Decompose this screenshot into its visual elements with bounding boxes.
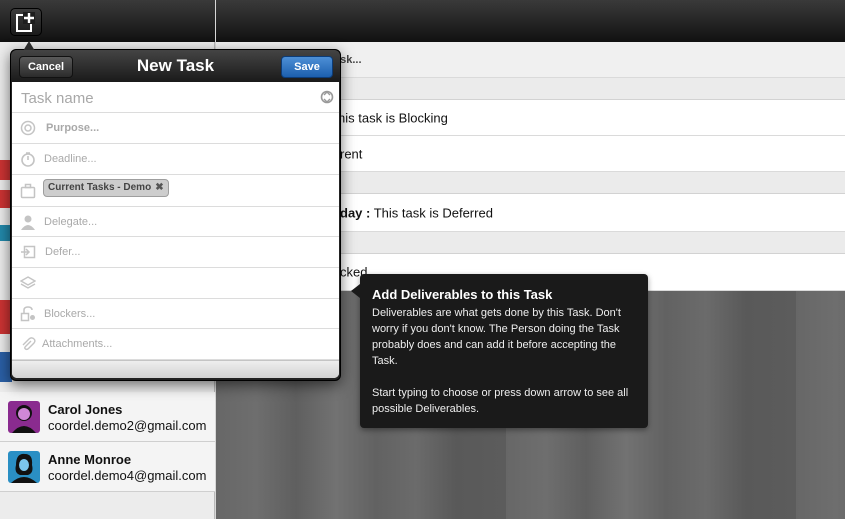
popover-body: Task name Purpose... Deadline... Delegat… [12, 82, 339, 378]
purpose-placeholder: Purpose... [46, 122, 100, 134]
contact-email: coordel.demo4@gmail.com [48, 468, 207, 483]
contact-name: Anne Monroe [48, 452, 132, 467]
tooltip-paragraph: Start typing to choose or press down arr… [372, 387, 629, 415]
avatar [8, 451, 40, 483]
project-tag-label: Current Tasks - Demo [48, 182, 152, 193]
task-date-label: day : [340, 205, 371, 220]
contact-email: coordel.demo2@gmail.com [48, 418, 207, 433]
blockers-field[interactable]: Blockers... [12, 299, 339, 329]
delegate-field[interactable]: Delegate... [12, 207, 339, 237]
tooltip-paragraph: Deliverables are what gets done by this … [372, 307, 621, 367]
task-status-text: This task is Deferred [370, 205, 493, 220]
recycle-icon[interactable] [320, 90, 334, 104]
paperclip-icon [22, 337, 36, 351]
tooltip-arrow [351, 284, 360, 298]
attachments-placeholder: Attachments... [42, 338, 113, 350]
contact-row-carol[interactable]: Carol Jones coordel.demo2@gmail.com [0, 392, 215, 442]
defer-icon [21, 245, 36, 259]
deliverables-field[interactable] [12, 268, 339, 299]
tooltip-title: Add Deliverables to this Task [372, 287, 553, 302]
task-text: rent [340, 146, 363, 161]
defer-field[interactable]: Defer... [12, 237, 339, 268]
deadline-field[interactable]: Deadline... [12, 144, 339, 175]
stopwatch-icon [21, 152, 35, 167]
new-task-popover: Cancel New Task Save Task name Purpose..… [10, 41, 341, 381]
task-text: day : This task is Deferred [340, 205, 493, 220]
main-toolbar [216, 0, 845, 42]
avatar [8, 401, 40, 433]
popover-footer [12, 360, 339, 378]
save-button[interactable]: Save [281, 56, 333, 78]
deliverables-tooltip: Add Deliverables to this Task Deliverabl… [351, 274, 648, 428]
layers-icon [20, 276, 36, 289]
project-tag[interactable]: Current Tasks - Demo ✖ [43, 179, 169, 197]
add-task-button[interactable] [10, 8, 42, 36]
delegate-placeholder: Delegate... [44, 215, 98, 228]
blocker-icon [20, 305, 35, 321]
add-task-icon [16, 12, 35, 32]
deadline-placeholder: Deadline... [44, 153, 97, 165]
person-icon [21, 215, 35, 230]
blockers-placeholder: Blockers... [44, 307, 96, 320]
remove-tag-icon[interactable]: ✖ [155, 182, 163, 193]
purpose-field[interactable]: Purpose... [12, 113, 339, 144]
contact-name: Carol Jones [48, 402, 123, 417]
target-icon [20, 120, 36, 136]
briefcase-icon [20, 183, 36, 198]
contact-row-anne[interactable]: Anne Monroe coordel.demo4@gmail.com [0, 442, 215, 492]
popover-header: Cancel New Task Save [11, 50, 340, 82]
attachments-field[interactable]: Attachments... [12, 329, 339, 360]
task-name-input[interactable]: Task name [21, 90, 94, 107]
tooltip-body: Deliverables are what gets done by this … [372, 305, 642, 417]
task-name-field[interactable]: Task name [12, 82, 339, 113]
sidebar-toolbar [0, 0, 215, 42]
defer-placeholder: Defer... [45, 246, 81, 258]
task-text: his task is Blocking [338, 110, 448, 125]
